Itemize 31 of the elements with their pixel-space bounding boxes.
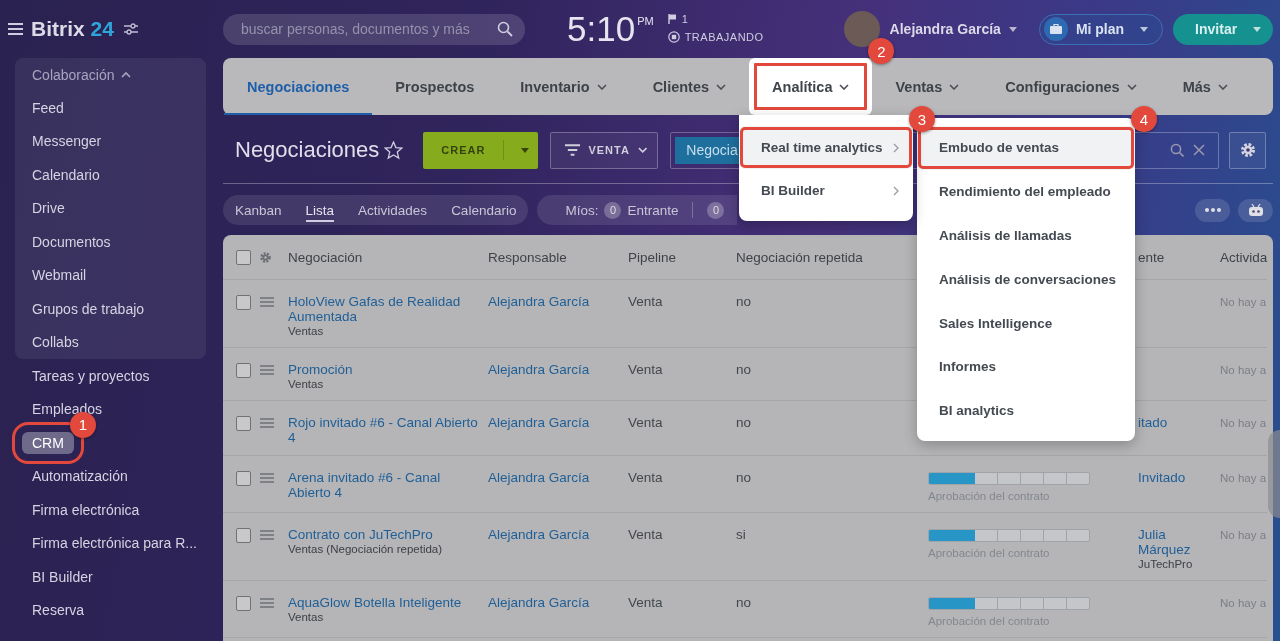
logo: Bitrix 24 xyxy=(31,17,114,41)
table-cell: Venta xyxy=(628,415,663,430)
activity-text: No hay a xyxy=(1220,472,1267,484)
callout-number: 2 xyxy=(868,38,895,64)
table-cell: Venta xyxy=(628,595,663,610)
activity-text: No hay a xyxy=(1220,597,1267,609)
activity-text: No hay a xyxy=(1220,296,1267,308)
page-title: Negociaciones xyxy=(235,137,380,163)
counter-label: Míos: xyxy=(565,202,599,218)
clock-time: 5:10 xyxy=(567,11,636,47)
pipeline-label: Ventas (Negociación repetida) xyxy=(288,543,444,555)
clock-period: PM xyxy=(637,15,654,27)
table-cell: no xyxy=(736,595,752,610)
pipeline-label: Ventas xyxy=(288,325,325,337)
table-cell: Venta xyxy=(628,362,663,377)
activity-text: No hay a xyxy=(1220,364,1267,376)
pipeline-label: Ventas xyxy=(288,378,325,390)
activity-text: No hay a xyxy=(1220,417,1267,429)
table-cell: Venta xyxy=(628,470,663,485)
table-cell: no xyxy=(736,415,752,430)
table-cell: si xyxy=(736,527,746,542)
table-cell: no xyxy=(736,470,752,485)
callout-number: 4 xyxy=(1131,106,1157,132)
pipeline-label: Ventas xyxy=(288,611,325,623)
activity-text: No hay a xyxy=(1220,529,1267,541)
company-label: JuTechPro xyxy=(1138,558,1194,570)
flag-count: 1 xyxy=(681,13,688,25)
table-cell: no xyxy=(736,362,752,377)
table-cell: no xyxy=(736,294,752,309)
table-cell: Venta xyxy=(628,527,663,542)
table-cell: Venta xyxy=(628,294,663,309)
